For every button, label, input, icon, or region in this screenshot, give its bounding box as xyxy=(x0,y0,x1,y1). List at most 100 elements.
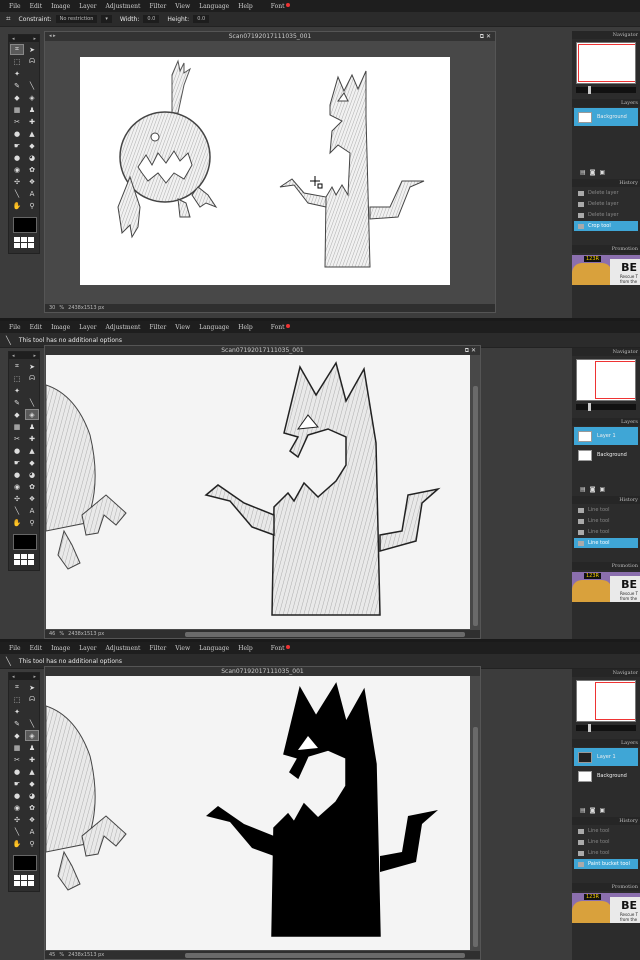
dodge-tool-icon[interactable]: ● xyxy=(10,152,24,163)
menu-view[interactable]: View xyxy=(175,324,190,331)
brush-tool-icon[interactable]: ╲ xyxy=(25,397,39,408)
crop-tool-icon[interactable]: ⌗ xyxy=(10,361,24,372)
move-tool-icon[interactable]: ➤ xyxy=(25,44,39,55)
history-item[interactable]: Line tool xyxy=(574,848,638,858)
menu-image[interactable]: Image xyxy=(51,324,70,331)
layer-mask-icon[interactable]: ◙ xyxy=(590,486,596,493)
menu-adjustment[interactable]: Adjustment xyxy=(106,3,141,10)
navigator-thumbnail[interactable] xyxy=(576,359,636,401)
wand-tool-icon[interactable]: ✦ xyxy=(10,706,24,717)
hand-tool-icon[interactable]: ✋ xyxy=(10,517,24,528)
gradient-tool-icon[interactable]: ▦ xyxy=(10,421,24,432)
zoom-slider[interactable] xyxy=(576,86,636,94)
history-item-current[interactable]: Paint bucket tool xyxy=(574,859,638,869)
history-item-current[interactable]: Crop tool xyxy=(574,221,638,231)
redeye-tool-icon[interactable]: ◉ xyxy=(10,164,24,175)
foreground-color-swatch[interactable] xyxy=(13,855,37,871)
view-mode-icon[interactable] xyxy=(14,237,34,248)
zoom-slider[interactable] xyxy=(576,724,636,732)
layer-settings-icon[interactable]: ▤ xyxy=(580,169,586,176)
drop-tool-icon[interactable]: ● xyxy=(10,766,24,777)
redeye-tool-icon[interactable]: ◉ xyxy=(10,481,24,492)
redeye-tool-icon[interactable]: ◉ xyxy=(10,802,24,813)
sponge-tool-icon[interactable]: ◆ xyxy=(25,457,39,468)
slider-handle[interactable] xyxy=(588,403,591,411)
bloat-tool-icon[interactable]: ✿ xyxy=(25,802,39,813)
menu-edit[interactable]: Edit xyxy=(30,645,43,652)
layer-settings-icon[interactable]: ▤ xyxy=(580,486,586,493)
zoom-level[interactable]: 45 xyxy=(49,952,55,958)
expand-icon[interactable]: ▸ xyxy=(33,36,36,42)
picker-tool-icon[interactable]: ✂ xyxy=(10,754,24,765)
pinch-tool-icon[interactable]: ✣ xyxy=(10,814,24,825)
sponge-tool-icon[interactable]: ◆ xyxy=(25,140,39,151)
menu-view[interactable]: View xyxy=(175,3,190,10)
drop-tool-icon[interactable]: ● xyxy=(10,128,24,139)
new-layer-icon[interactable]: ▣ xyxy=(600,169,606,176)
collapse-icon[interactable]: ◂ xyxy=(12,36,15,42)
bloat-tool-icon[interactable]: ✿ xyxy=(25,164,39,175)
image-canvas[interactable] xyxy=(46,355,470,629)
history-item-current[interactable]: Line tool xyxy=(574,538,638,548)
bloat-tool-icon[interactable]: ✿ xyxy=(25,481,39,492)
brush-tool-icon[interactable]: ╲ xyxy=(25,718,39,729)
menu-file[interactable]: File xyxy=(9,645,21,652)
navigator-viewport[interactable] xyxy=(595,361,635,399)
history-item[interactable]: Line tool xyxy=(574,837,638,847)
eraser-tool-icon[interactable]: ◆ xyxy=(10,409,24,420)
bucket-tool-icon[interactable]: ◈ xyxy=(25,409,39,420)
menu-layer[interactable]: Layer xyxy=(79,645,96,652)
zoom-tool-icon[interactable]: ⚲ xyxy=(25,517,39,528)
window-controls-icon[interactable]: ⧉ ✕ xyxy=(465,346,476,355)
promotion-banner[interactable]: 123R BE Rescue Tfrom the xyxy=(572,893,640,923)
layer-background[interactable]: Background xyxy=(574,108,638,126)
layer-background[interactable]: Background xyxy=(574,446,638,464)
zoom-tool-icon[interactable]: ⚲ xyxy=(25,838,39,849)
slider-handle[interactable] xyxy=(588,86,591,94)
promotion-banner[interactable]: 123R BE Rescue Tfrom the xyxy=(572,255,640,285)
lasso-tool-icon[interactable]: ᗣ xyxy=(25,56,39,67)
height-input[interactable]: 0.0 xyxy=(193,15,210,23)
gradient-tool-icon[interactable]: ▦ xyxy=(10,104,24,115)
bucket-tool-icon[interactable]: ◈ xyxy=(25,730,39,741)
menu-help[interactable]: Help xyxy=(238,645,253,652)
dodge-tool-icon[interactable]: ● xyxy=(10,469,24,480)
picker-tool-icon[interactable]: ✂ xyxy=(10,116,24,127)
vertical-scrollbar[interactable] xyxy=(473,386,478,626)
menu-adjustment[interactable]: Adjustment xyxy=(106,324,141,331)
navigator-viewport[interactable] xyxy=(578,44,635,82)
history-item[interactable]: Delete layer xyxy=(574,188,638,198)
history-item[interactable]: Delete layer xyxy=(574,210,638,220)
text-tool-icon[interactable]: A xyxy=(25,188,39,199)
menu-help[interactable]: Help xyxy=(238,3,253,10)
zoom-level[interactable]: 46 xyxy=(49,631,55,637)
smudge-tool-icon[interactable]: ☛ xyxy=(10,457,24,468)
line-tool-icon[interactable]: ╲ xyxy=(10,188,24,199)
stamp-tool-icon[interactable]: ♟ xyxy=(25,104,39,115)
lasso-tool-icon[interactable]: ᗣ xyxy=(25,694,39,705)
history-item[interactable]: Line tool xyxy=(574,826,638,836)
width-input[interactable]: 0.0 xyxy=(143,15,160,23)
sponge-tool-icon[interactable]: ◆ xyxy=(25,778,39,789)
wand-tool-icon[interactable]: ✦ xyxy=(10,68,24,79)
burn-tool-icon[interactable]: ◕ xyxy=(25,790,39,801)
menu-view[interactable]: View xyxy=(175,645,190,652)
history-item[interactable]: Line tool xyxy=(574,505,638,515)
menu-layer[interactable]: Layer xyxy=(79,3,96,10)
picker-tool-icon[interactable]: ✂ xyxy=(10,433,24,444)
vertical-scrollbar[interactable] xyxy=(473,727,478,947)
menu-font[interactable]: Font xyxy=(262,644,290,652)
pencil-tool-icon[interactable]: ✎ xyxy=(10,718,24,729)
colorreplace-tool-icon[interactable]: ❖ xyxy=(25,814,39,825)
pinch-tool-icon[interactable]: ✣ xyxy=(10,493,24,504)
menu-file[interactable]: File xyxy=(9,324,21,331)
menu-font[interactable]: Font xyxy=(262,2,290,10)
navigator-thumbnail[interactable] xyxy=(576,42,636,84)
hand-tool-icon[interactable]: ✋ xyxy=(10,838,24,849)
hand-tool-icon[interactable]: ✋ xyxy=(10,200,24,211)
layer-1[interactable]: Layer 1 xyxy=(574,427,638,445)
eraser-tool-icon[interactable]: ◆ xyxy=(10,92,24,103)
zoom-slider[interactable] xyxy=(576,403,636,411)
zoom-level[interactable]: 30 xyxy=(49,305,55,311)
move-tool-icon[interactable]: ➤ xyxy=(25,682,39,693)
